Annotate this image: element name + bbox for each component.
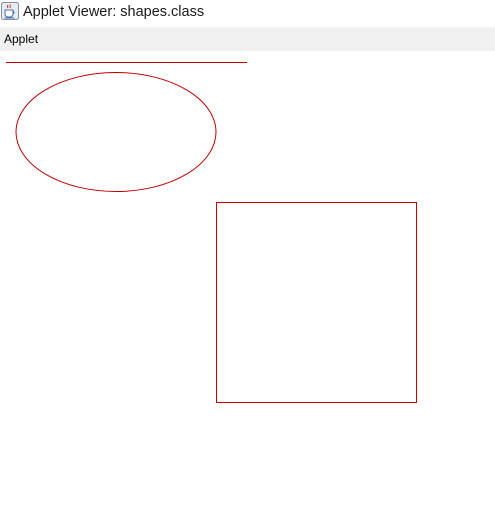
drawn-oval (15, 72, 217, 192)
drawn-rectangle (216, 202, 417, 403)
window-title: Applet Viewer: shapes.class (23, 4, 205, 20)
shapes-drawing (6, 62, 417, 403)
java-cup-icon[interactable] (1, 2, 19, 20)
menu-applet[interactable]: Applet (4, 32, 38, 46)
menu-bar: Applet (0, 27, 495, 51)
applet-viewer-window: Applet Viewer: shapes.class Applet (0, 0, 495, 508)
title-bar: Applet Viewer: shapes.class (0, 0, 495, 27)
applet-canvas (0, 51, 495, 508)
